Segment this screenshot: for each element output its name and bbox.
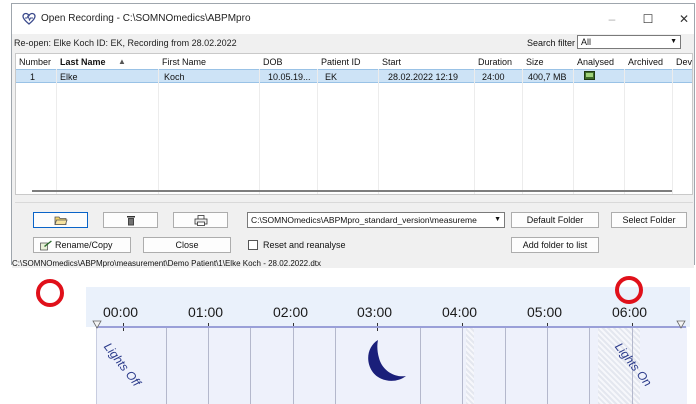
app-heart-icon	[22, 12, 36, 25]
open-recording-window: Open Recording - C:\SOMNOmedics\ABPMpro …	[11, 3, 695, 268]
timeline-baseline	[96, 326, 686, 328]
left-marker-icon[interactable]	[92, 320, 102, 329]
hatched-region	[466, 328, 474, 404]
col-device[interactable]: Devi	[676, 57, 692, 67]
print-button[interactable]	[173, 212, 228, 228]
col-number[interactable]: Number	[19, 57, 51, 67]
column-divider	[259, 69, 260, 194]
col-first-name[interactable]: First Name	[162, 57, 206, 67]
column-divider	[573, 69, 574, 194]
chevron-down-icon: ▼	[492, 213, 501, 227]
right-marker-icon[interactable]	[676, 320, 686, 329]
chevron-down-icon: ▼	[670, 38, 677, 45]
grid-line	[335, 328, 336, 404]
col-start[interactable]: Start	[382, 57, 401, 67]
analysed-icon	[584, 71, 595, 80]
cell-size: 400,7 MB	[528, 72, 567, 82]
grid-line	[208, 328, 209, 404]
column-divider	[474, 69, 475, 194]
grid-line	[547, 328, 548, 404]
table-header: Number Last Name ▲ First Name DOB Patien…	[16, 54, 692, 70]
maximize-button[interactable]: ☐	[630, 8, 666, 30]
sleep-timeline[interactable]: 00:00 01:00 02:00 03:00 04:00 05:00 06:0…	[0, 270, 696, 404]
grid-line	[250, 328, 251, 404]
grid-line	[505, 328, 506, 404]
cell-last-name: Elke	[60, 72, 78, 82]
column-divider	[158, 69, 159, 194]
column-divider	[378, 69, 379, 194]
trash-icon	[126, 216, 135, 226]
close-window-button[interactable]: ✕	[666, 8, 696, 30]
col-last-name[interactable]: Last Name	[60, 57, 106, 67]
cell-duration: 24:00	[482, 72, 505, 82]
rename-copy-button[interactable]: Rename/Copy	[33, 237, 131, 253]
cell-number: 1	[30, 72, 36, 82]
cell-patient-id: EK	[325, 72, 338, 82]
cell-first-name: Koch	[164, 72, 185, 82]
col-patient-id[interactable]: Patient ID	[321, 57, 361, 67]
search-filter-select[interactable]: All ▼	[577, 35, 681, 49]
folder-path-value: C:\SOMNOmedics\ABPMpro_standard_version\…	[251, 215, 477, 225]
grid-line	[589, 328, 590, 404]
highlight-marker	[615, 276, 643, 304]
col-size[interactable]: Size	[526, 57, 544, 67]
hour-label: 06:00	[612, 304, 648, 320]
open-button[interactable]	[33, 212, 88, 228]
horizontal-scrollbar[interactable]	[32, 190, 672, 192]
hour-label: 00:00	[103, 304, 139, 320]
grid-line	[462, 328, 463, 404]
col-duration[interactable]: Duration	[478, 57, 512, 67]
hour-label: 04:00	[442, 304, 478, 320]
search-filter-value: All	[581, 37, 592, 47]
col-archived[interactable]: Archived	[628, 57, 663, 67]
add-folder-button[interactable]: Add folder to list	[511, 237, 599, 253]
column-divider	[624, 69, 625, 194]
minimize-button[interactable]: –	[594, 8, 630, 30]
cell-dob: 10.05.19...	[268, 72, 311, 82]
open-folder-icon	[53, 216, 68, 226]
hour-label: 05:00	[527, 304, 563, 320]
delete-button[interactable]	[103, 212, 158, 228]
cell-start: 28.02.2022 12:19	[388, 72, 459, 82]
close-button[interactable]: Close	[143, 237, 231, 253]
folder-path-select[interactable]: C:\SOMNOmedics\ABPMpro_standard_version\…	[247, 212, 505, 228]
actions-panel: C:\SOMNOmedics\ABPMpro_standard_version\…	[15, 202, 693, 257]
recordings-table[interactable]: Number Last Name ▲ First Name DOB Patien…	[15, 53, 693, 195]
select-folder-button[interactable]: Select Folder	[611, 212, 687, 228]
column-divider	[56, 69, 57, 194]
grid-line	[420, 328, 421, 404]
column-divider	[522, 69, 523, 194]
col-analysed[interactable]: Analysed	[577, 57, 614, 67]
moon-icon	[368, 340, 406, 381]
col-dob[interactable]: DOB	[263, 57, 283, 67]
reset-reanalyse-checkbox[interactable]	[248, 240, 258, 250]
rename-copy-icon	[40, 240, 52, 251]
highlight-marker	[36, 279, 64, 307]
hour-label: 03:00	[357, 304, 393, 320]
column-divider	[317, 69, 318, 194]
reopen-info: Re-open: Elke Koch ID: EK, Recording fro…	[14, 38, 237, 48]
hour-label: 01:00	[188, 304, 224, 320]
grid-line	[293, 328, 294, 404]
status-bar: C:\SOMNOmedics\ABPMpro\measurement\Demo …	[12, 259, 694, 268]
hour-label: 02:00	[273, 304, 309, 320]
printer-icon	[194, 215, 207, 227]
window-title: Open Recording - C:\SOMNOmedics\ABPMpro	[41, 13, 251, 24]
status-path: C:\SOMNOmedics\ABPMpro\measurement\Demo …	[12, 259, 322, 268]
title-bar[interactable]: Open Recording - C:\SOMNOmedics\ABPMpro …	[12, 4, 694, 34]
table-row[interactable]: 1 Elke Koch 10.05.19... EK 28.02.2022 12…	[16, 69, 692, 83]
default-folder-button[interactable]: Default Folder	[511, 212, 599, 228]
column-divider	[672, 69, 673, 194]
search-filter-label: Search filter	[527, 38, 576, 48]
grid-line	[166, 328, 167, 404]
reset-reanalyse-label: Reset and reanalyse	[263, 240, 346, 250]
rename-copy-label: Rename/Copy	[55, 240, 113, 250]
sort-up-icon: ▲	[118, 57, 126, 66]
